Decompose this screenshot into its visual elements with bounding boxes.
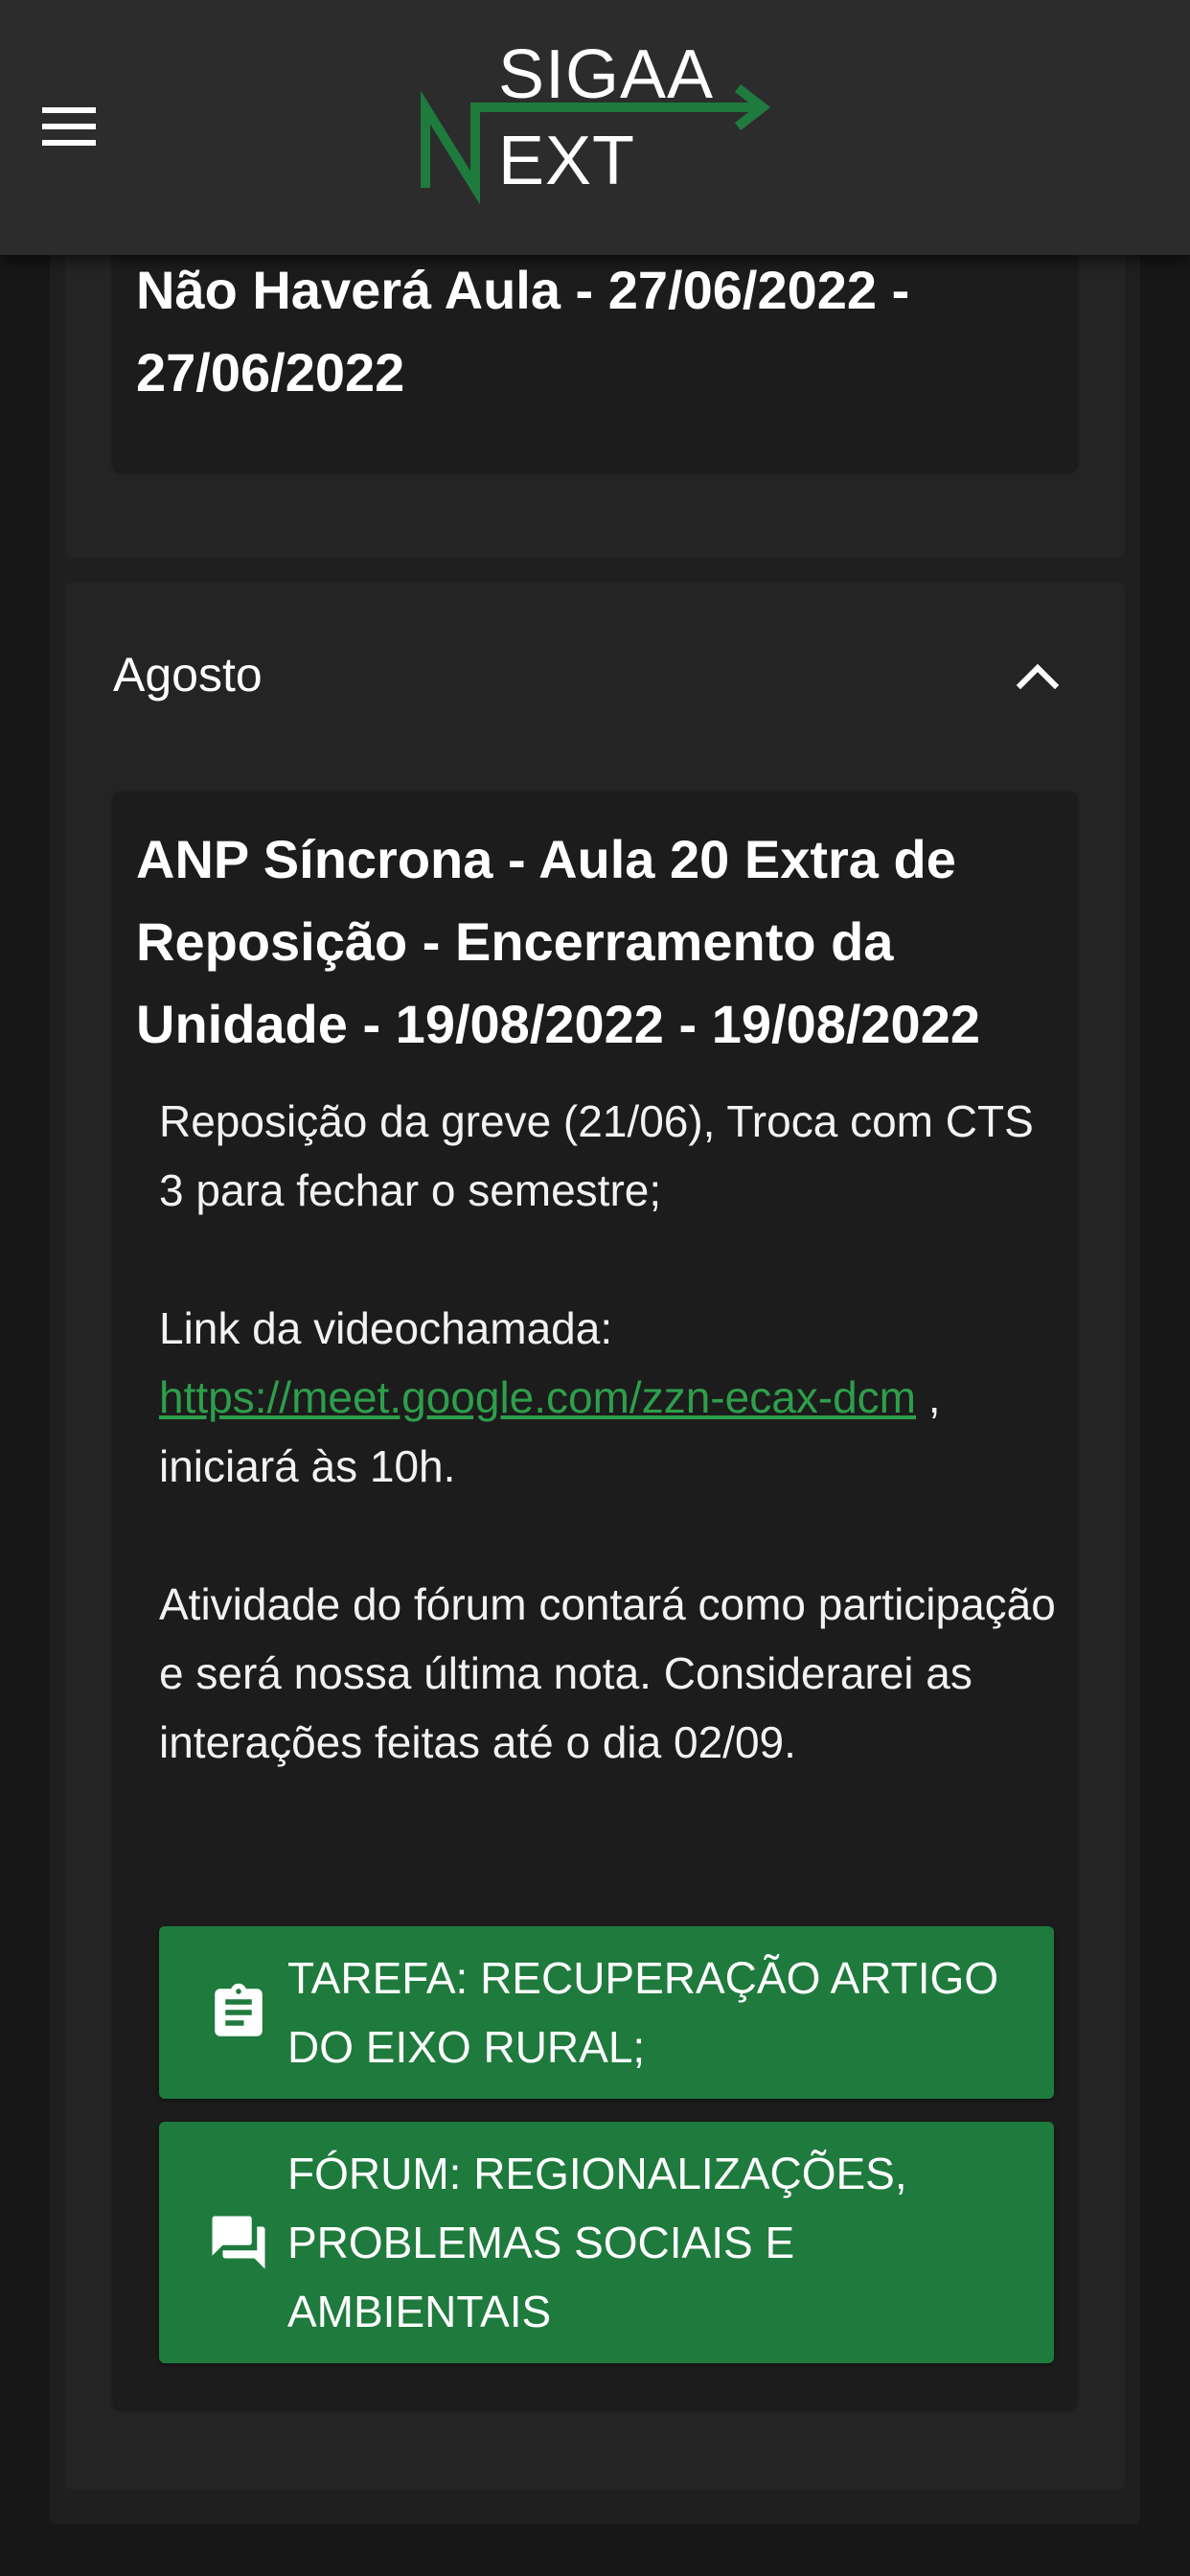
sigaa-next-logo: SIGAA EXT [412, 34, 776, 207]
section-title: Agosto [113, 648, 263, 702]
page: Não Haverá Aula - 27/06/2022 - 27/06/202… [0, 0, 1190, 2576]
section-header-august[interactable]: Agosto [113, 636, 1071, 713]
meet-link[interactable]: https://meet.google.com/zzn-ecax-dcm [159, 1372, 916, 1422]
logo-text-ext: EXT [498, 123, 636, 199]
link-prefix: Link da videochamada: [159, 1303, 613, 1353]
hamburger-menu-icon[interactable] [27, 84, 111, 169]
app-bar: SIGAA EXT [0, 0, 1190, 255]
event-description: Reposição da greve (21/06), Troca com CT… [159, 1087, 1060, 1846]
logo-text-sigaa: SIGAA [498, 36, 715, 113]
event-card-no-class[interactable]: Não Haverá Aula - 27/06/2022 - 27/06/202… [113, 220, 1077, 472]
forum-button-label: FÓRUM: REGIONALIZAÇÕES, PROBLEMAS SOCIAI… [287, 2149, 907, 2336]
event-title: ANP Síncrona - Aula 20 Extra de Reposiçã… [136, 829, 980, 1054]
description-link-paragraph: Link da videochamada: https://meet.googl… [159, 1294, 1060, 1501]
forum-button[interactable]: FÓRUM: REGIONALIZAÇÕES, PROBLEMAS SOCIAI… [159, 2122, 1054, 2363]
forum-chat-icon [207, 2211, 270, 2274]
event-title: Não Haverá Aula - 27/06/2022 - 27/06/202… [136, 260, 910, 402]
clipboard-icon [207, 1981, 270, 2044]
task-button-label: TAREFA: RECUPERAÇÃO ARTIGO DO EIXO RURAL… [287, 1953, 999, 2072]
description-paragraph: Reposição da greve (21/06), Troca com CT… [159, 1096, 1034, 1215]
chevron-up-icon[interactable] [1004, 642, 1071, 709]
task-button[interactable]: TAREFA: RECUPERAÇÃO ARTIGO DO EIXO RURAL… [159, 1926, 1054, 2099]
description-paragraph: Atividade do fórum contará como particip… [159, 1579, 1056, 1767]
